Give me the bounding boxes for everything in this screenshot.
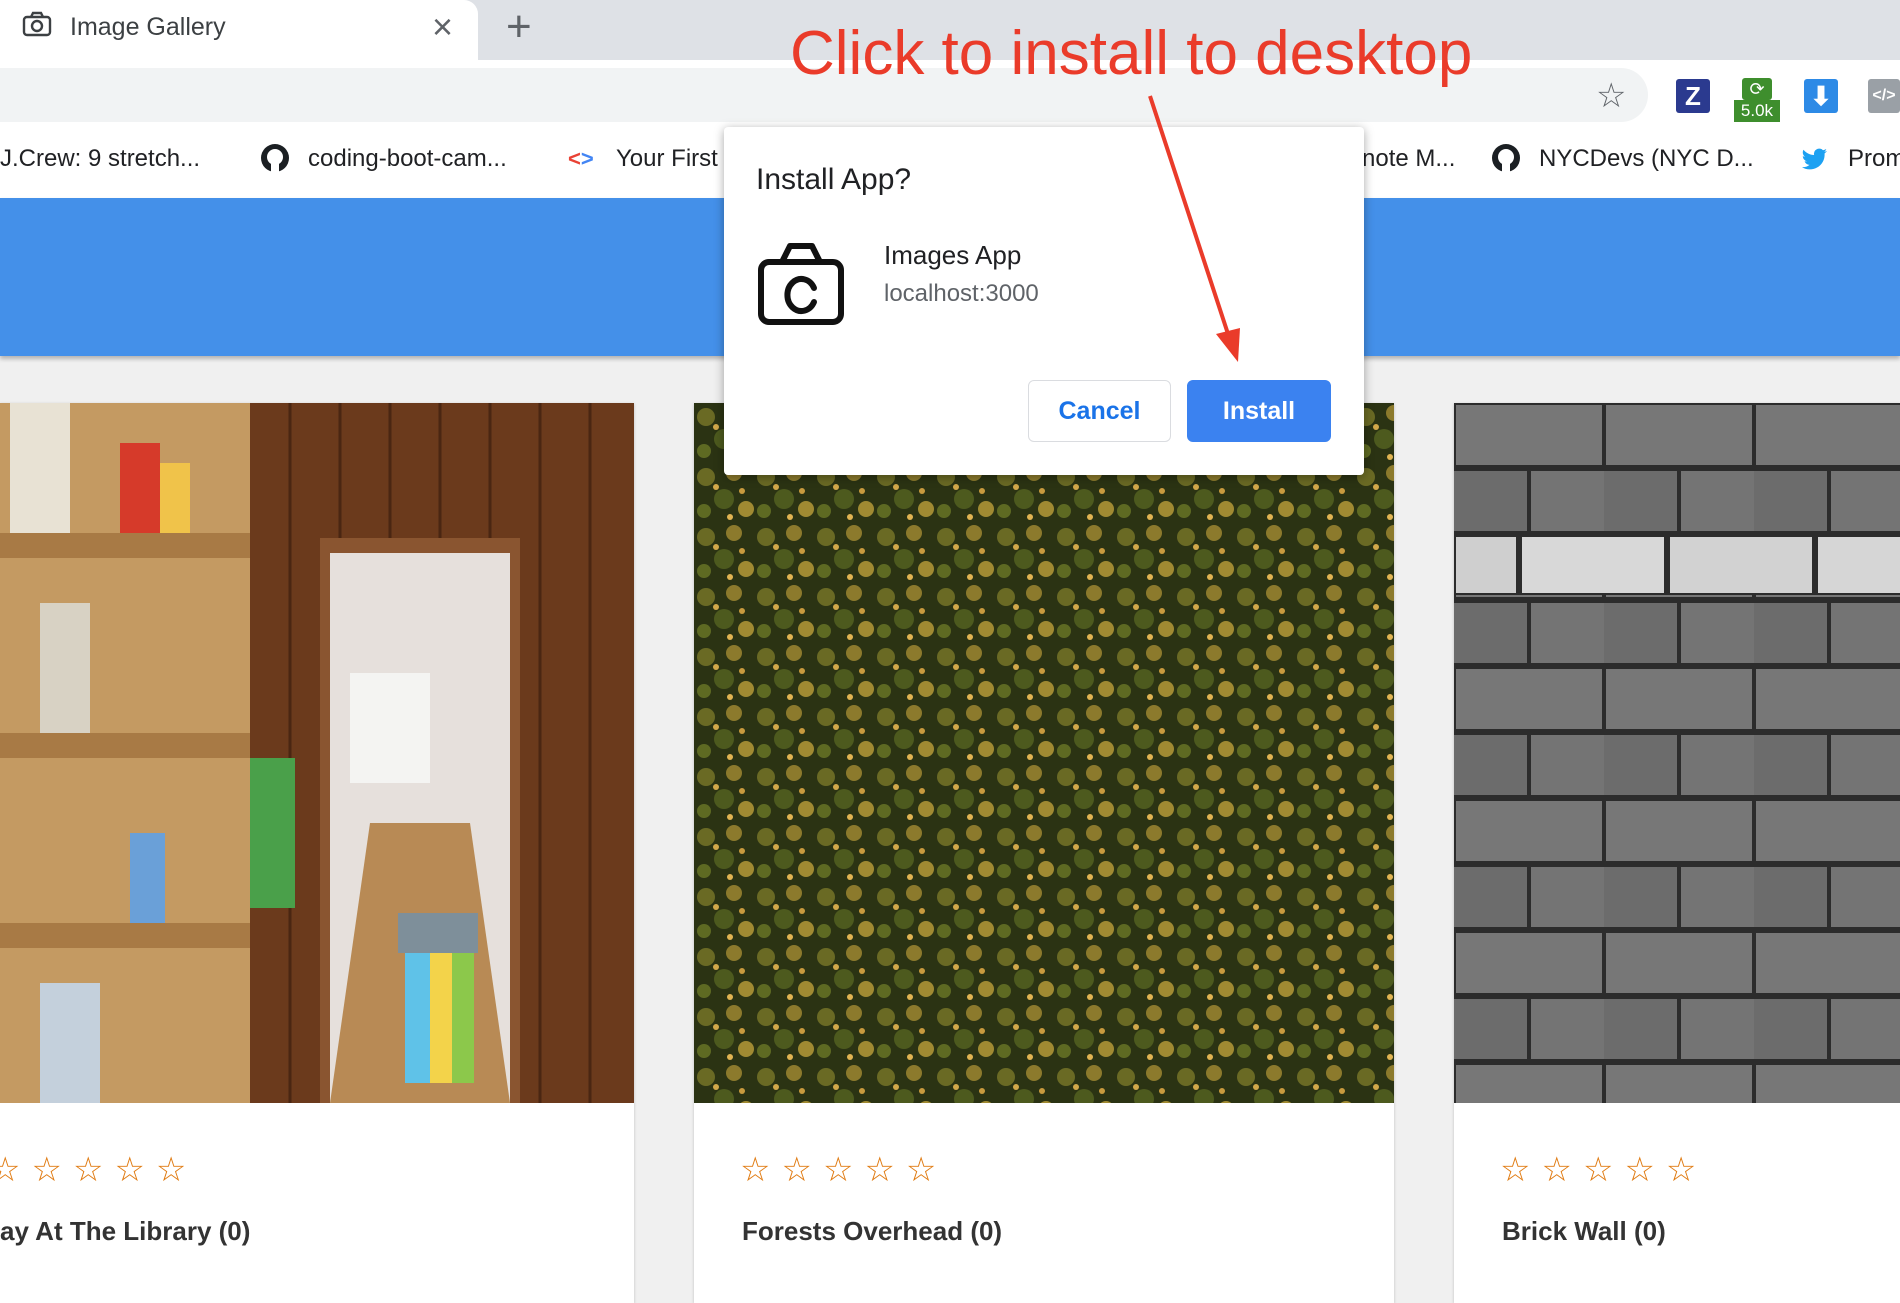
bookmark-coding-boot-camp[interactable]: coding-boot-cam...: [308, 145, 507, 173]
annotation-arrow: [1148, 95, 1240, 362]
bookmark-note[interactable]: note M...: [1362, 145, 1455, 173]
cancel-button[interactable]: Cancel: [1028, 380, 1171, 442]
camera-icon: [22, 11, 52, 37]
counter-extension-icon[interactable]: ⟳ 5.0k: [1734, 78, 1780, 122]
card-title: Forests Overhead (0): [742, 1216, 1003, 1246]
rating-stars[interactable]: ☆☆☆☆☆: [1500, 1150, 1707, 1190]
z-extension-icon[interactable]: Z: [1676, 79, 1710, 113]
tab-title: Image Gallery: [70, 13, 226, 41]
camera-icon: [758, 243, 844, 325]
github-icon: [1492, 144, 1520, 172]
bookmark-your-first[interactable]: Your First: [616, 145, 718, 173]
download-extension-icon[interactable]: ⬇: [1804, 79, 1838, 113]
brick-photo[interactable]: [1454, 403, 1900, 1103]
counter-badge: 5.0k: [1734, 100, 1780, 122]
annotation-text: Click to install to desktop: [790, 19, 1473, 88]
rating-stars[interactable]: ☆☆☆☆☆: [0, 1150, 197, 1190]
app-url: localhost:3000: [884, 280, 1039, 307]
code-icon: <>: [568, 146, 594, 171]
card-title: ay At The Library (0): [0, 1216, 251, 1246]
github-icon: [261, 144, 289, 172]
bookmark-prom[interactable]: Prom: [1848, 145, 1900, 173]
app-name: Images App: [884, 240, 1022, 270]
bookmark-jcrew[interactable]: J.Crew: 9 stretch...: [0, 145, 200, 173]
library-photo[interactable]: [0, 403, 634, 1103]
new-tab-icon[interactable]: +: [506, 2, 532, 52]
close-icon[interactable]: ×: [432, 6, 453, 48]
card-title: Brick Wall (0): [1502, 1216, 1666, 1246]
bookmark-nycdevs[interactable]: NYCDevs (NYC D...: [1539, 145, 1754, 173]
dialog-title: Install App?: [756, 163, 912, 196]
bookmark-star-icon[interactable]: ☆: [1596, 76, 1626, 116]
rating-stars[interactable]: ☆☆☆☆☆: [740, 1150, 947, 1190]
forest-photo[interactable]: [694, 403, 1394, 1103]
devtools-extension-icon[interactable]: </>: [1868, 79, 1900, 113]
twitter-icon: [1802, 148, 1827, 170]
install-button[interactable]: Install: [1187, 380, 1331, 442]
